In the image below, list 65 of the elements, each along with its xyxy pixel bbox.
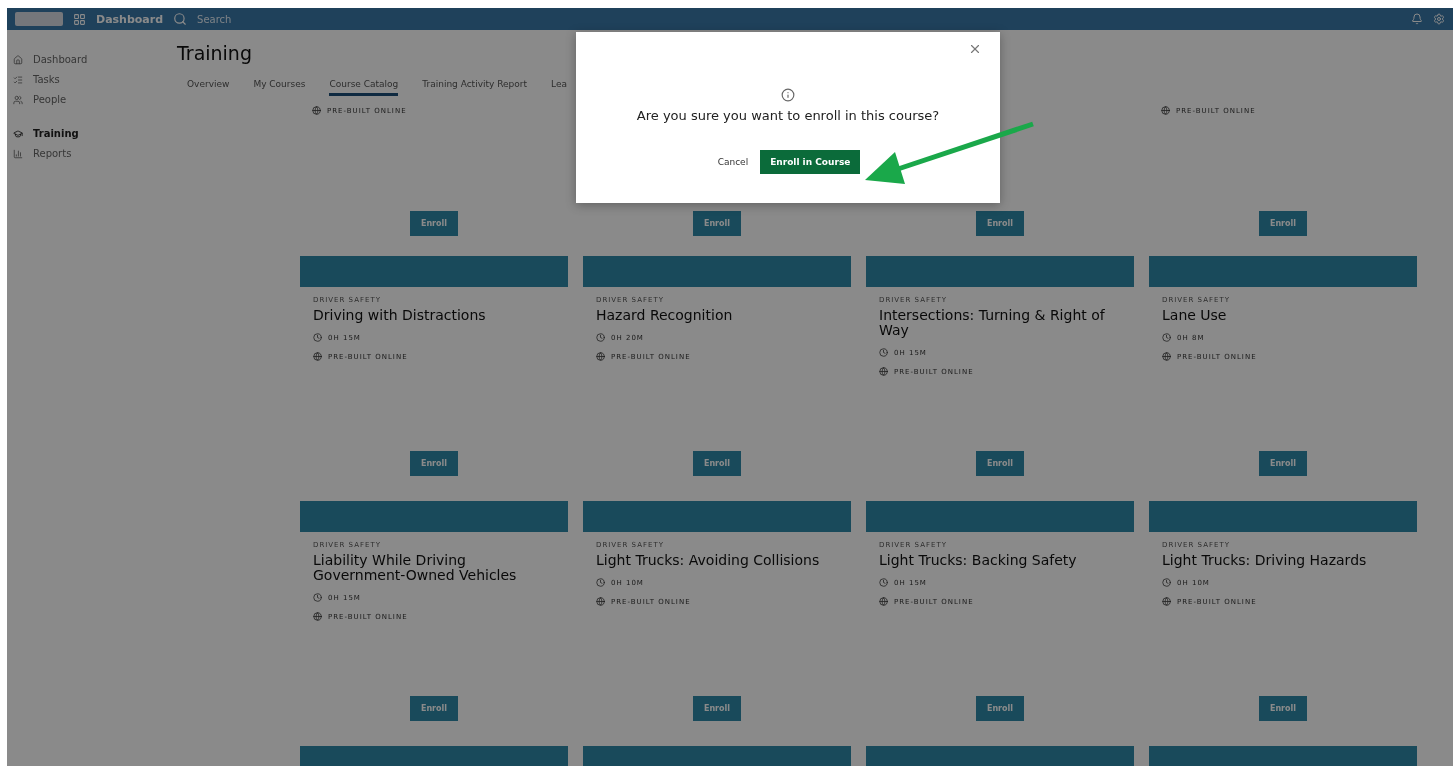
- clock-icon: [1162, 578, 1171, 587]
- clock-icon: [879, 578, 888, 587]
- globe-icon: [1162, 352, 1171, 361]
- enroll-button[interactable]: Enroll: [976, 451, 1024, 476]
- sidebar-item[interactable]: Dashboard: [7, 54, 167, 65]
- sidebar-item[interactable]: Reports: [7, 148, 167, 159]
- course-title: Intersections: Turning & Right of Way: [879, 308, 1106, 338]
- settings-icon[interactable]: [1433, 13, 1445, 25]
- clock-icon: [313, 593, 322, 602]
- clock-icon: [313, 333, 322, 342]
- clock-icon: [596, 333, 605, 342]
- enroll-button[interactable]: Enroll: [410, 451, 458, 476]
- course-title: Light Trucks: Driving Hazards: [1162, 553, 1368, 568]
- logo: [15, 12, 63, 26]
- tab[interactable]: Lea: [551, 74, 567, 96]
- search-icon[interactable]: [173, 12, 188, 26]
- enroll-button[interactable]: Enroll: [1259, 696, 1307, 721]
- tab[interactable]: My Courses: [253, 74, 306, 96]
- globe-icon: [312, 106, 321, 115]
- search-field[interactable]: Search: [197, 13, 232, 25]
- bell-icon[interactable]: [1411, 13, 1423, 25]
- course-title: Liability While Driving Government-Owned Vehicles: [313, 553, 518, 583]
- tab[interactable]: Overview: [187, 74, 230, 96]
- enroll-button[interactable]: Enroll: [693, 451, 741, 476]
- globe-icon: [879, 367, 888, 376]
- close-button[interactable]: [968, 42, 982, 56]
- enroll-button[interactable]: Enroll: [976, 211, 1024, 236]
- enroll-button[interactable]: Enroll: [976, 696, 1024, 721]
- dialog-message: Are you sure you want to enroll in this course?: [636, 108, 940, 123]
- globe-icon: [313, 612, 322, 621]
- course-title: Light Trucks: Avoiding Collisions: [596, 553, 821, 568]
- globe-icon: [1162, 597, 1171, 606]
- graduation-cap-icon: [13, 128, 23, 139]
- enroll-in-course-button[interactable]: Enroll in Course: [760, 150, 861, 174]
- people-icon: [13, 94, 23, 105]
- sidebar-item[interactable]: Tasks: [7, 74, 167, 85]
- tab[interactable]: Training Activity Report: [422, 74, 528, 96]
- enroll-button[interactable]: Enroll: [693, 211, 741, 236]
- course-title: Driving with Distractions: [313, 308, 487, 323]
- info-icon: [781, 88, 795, 102]
- enroll-button[interactable]: Enroll: [1259, 451, 1307, 476]
- globe-icon: [596, 597, 605, 606]
- globe-icon: [879, 597, 888, 606]
- globe-icon: [596, 352, 605, 361]
- clock-icon: [596, 578, 605, 587]
- clock-icon: [879, 348, 888, 357]
- enroll-button[interactable]: Enroll: [410, 211, 458, 236]
- sidebar-item[interactable]: People: [7, 94, 167, 105]
- enroll-button[interactable]: Enroll: [693, 696, 741, 721]
- bar-chart-icon: [13, 148, 23, 159]
- sidebar-item[interactable]: Training: [7, 128, 167, 139]
- course-title: Light Trucks: Backing Safety: [879, 553, 1078, 568]
- globe-icon: [313, 352, 322, 361]
- course-title: Lane Use: [1162, 308, 1228, 323]
- cancel-button[interactable]: Cancel: [715, 155, 751, 169]
- enroll-button[interactable]: Enroll: [1259, 211, 1307, 236]
- globe-icon: [1161, 106, 1170, 115]
- list-icon: [13, 74, 23, 85]
- enroll-button[interactable]: Enroll: [410, 696, 458, 721]
- grid-icon[interactable]: [73, 12, 86, 26]
- nav-link[interactable]: Dashboard: [96, 12, 164, 26]
- course-title: Hazard Recognition: [596, 308, 734, 323]
- home-icon: [13, 54, 23, 65]
- page-title: Training: [177, 42, 252, 64]
- clock-icon: [1162, 333, 1171, 342]
